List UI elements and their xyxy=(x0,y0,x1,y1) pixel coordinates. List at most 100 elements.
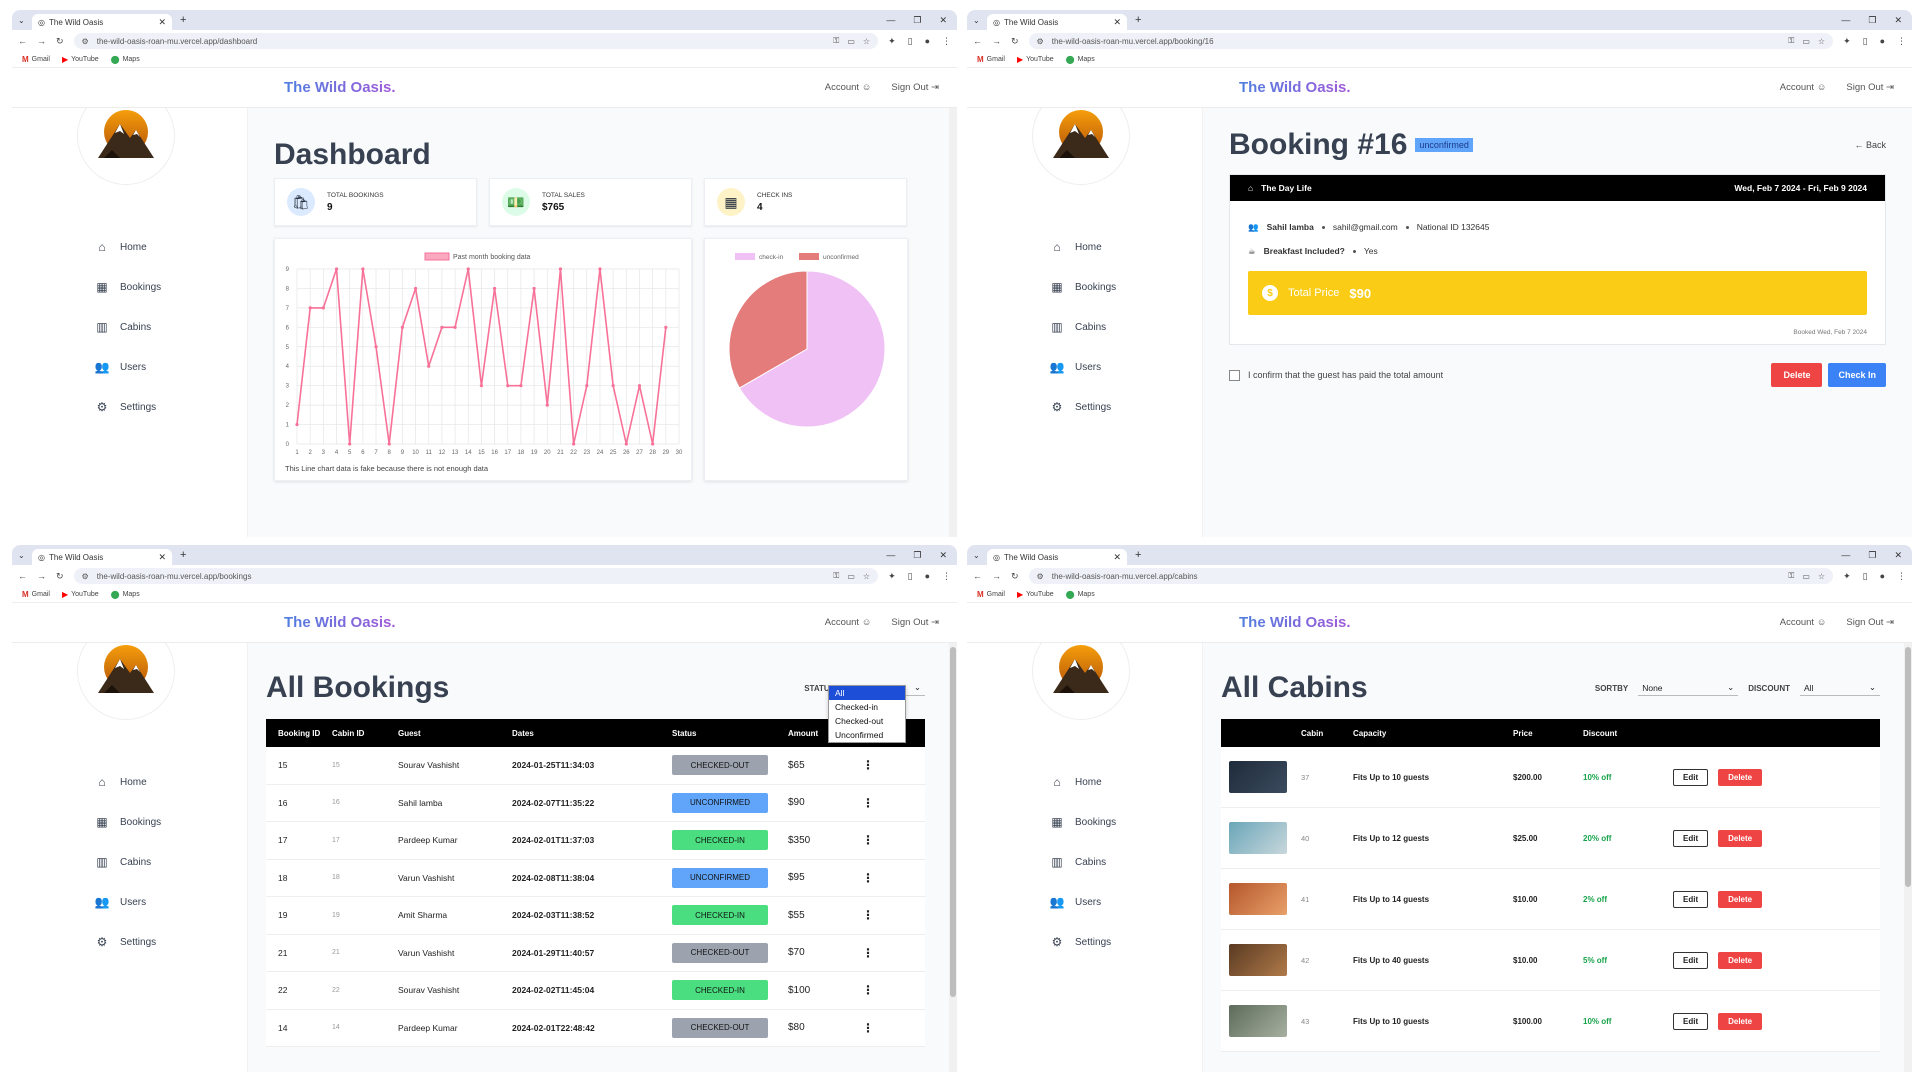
sidebar-item-bookings[interactable]: ▦ Bookings xyxy=(94,278,161,296)
sidebar-item-bookings[interactable]: ▦ Bookings xyxy=(1049,813,1116,831)
close-window-icon[interactable]: ✕ xyxy=(939,550,947,561)
brand-name[interactable]: The Wild Oasis. xyxy=(284,79,396,96)
site-info-icon[interactable]: ⚙ xyxy=(1037,572,1044,581)
status-option[interactable]: Unconfirmed xyxy=(829,728,905,742)
key-icon[interactable]: ⚿ xyxy=(1788,571,1794,581)
delete-button[interactable]: Delete xyxy=(1771,363,1823,387)
forward-arrow-icon[interactable]: → xyxy=(37,571,46,581)
extensions-icon[interactable]: ✦ xyxy=(1843,36,1851,47)
sidebar-item-settings[interactable]: ⚙ Settings xyxy=(94,933,161,951)
more-options-icon[interactable]: ⋮ xyxy=(862,871,874,885)
sidebar-item-home[interactable]: ⌂ Home xyxy=(1049,238,1116,256)
more-options-icon[interactable]: ⋮ xyxy=(862,758,874,772)
account-link[interactable]: Account ☺ xyxy=(1780,617,1827,628)
delete-button[interactable]: Delete xyxy=(1718,890,1763,908)
sidepanel-icon[interactable]: ▯ xyxy=(1863,571,1868,582)
url-field[interactable]: ⚙ the-wild-oasis-roan-mu.vercel.app/cabin… xyxy=(1028,568,1834,584)
delete-button[interactable]: Delete xyxy=(1718,768,1763,786)
bookmark-youtube[interactable]: ▶ YouTube xyxy=(62,55,99,64)
back-arrow-icon[interactable]: ← xyxy=(18,36,27,46)
more-options-icon[interactable]: ⋮ xyxy=(862,833,874,847)
back-arrow-icon[interactable]: ← xyxy=(973,571,982,581)
sidebar-item-settings[interactable]: ⚙ Settings xyxy=(1049,933,1116,951)
sidebar-item-settings[interactable]: ⚙ Settings xyxy=(1049,398,1116,416)
sidebar-item-cabins[interactable]: ▥ Cabins xyxy=(94,318,161,336)
extensions-icon[interactable]: ✦ xyxy=(888,571,896,582)
minimize-icon[interactable]: — xyxy=(886,15,895,26)
back-arrow-icon[interactable]: ← xyxy=(18,571,27,581)
brand-name[interactable]: The Wild Oasis. xyxy=(1239,79,1351,96)
restore-icon[interactable]: ❐ xyxy=(1868,550,1876,561)
scrollbar[interactable] xyxy=(949,643,957,1072)
sidebar-item-cabins[interactable]: ▥ Cabins xyxy=(1049,318,1116,336)
star-icon[interactable]: ☆ xyxy=(1818,572,1825,581)
new-tab-icon[interactable]: + xyxy=(180,14,186,26)
key-icon[interactable]: ⚿ xyxy=(833,36,839,46)
key-icon[interactable]: ⚿ xyxy=(833,571,839,581)
table-row[interactable]: 17 17 Pardeep Kumar 2024-02-01T11:37:03 CHEC… xyxy=(266,822,925,860)
menu-icon[interactable]: ⋮ xyxy=(1897,571,1906,582)
new-tab-icon[interactable]: + xyxy=(1135,549,1141,561)
sidebar-item-bookings[interactable]: ▦ Bookings xyxy=(1049,278,1116,296)
more-options-icon[interactable]: ⋮ xyxy=(862,908,874,922)
profile-icon[interactable]: ● xyxy=(1880,571,1885,582)
table-row[interactable]: 22 22 Sourav Vashisht 2024-02-02T11:45:04 CH… xyxy=(266,972,925,1010)
sign-out-link[interactable]: Sign Out ⇥ xyxy=(1846,617,1894,628)
status-option[interactable]: All xyxy=(829,686,905,700)
scrollbar[interactable] xyxy=(949,108,957,537)
sidebar-item-bookings[interactable]: ▦ Bookings xyxy=(94,813,161,831)
browser-tab[interactable]: ◎ The Wild Oasis ✕ xyxy=(32,549,172,565)
restore-icon[interactable]: ❐ xyxy=(1868,15,1876,26)
browser-tab[interactable]: ◎ The Wild Oasis ✕ xyxy=(987,549,1127,565)
account-link[interactable]: Account ☺ xyxy=(1780,82,1827,93)
bookmark-youtube[interactable]: ▶ YouTube xyxy=(62,590,99,599)
site-info-icon[interactable]: ⚙ xyxy=(82,572,89,581)
reload-icon[interactable]: ↻ xyxy=(56,571,64,582)
url-field[interactable]: ⚙ the-wild-oasis-roan-mu.vercel.app/booki… xyxy=(1028,33,1834,49)
table-row[interactable]: 42 Fits Up to 40 guests $10.00 5% off Edit De… xyxy=(1221,930,1880,991)
table-row[interactable]: 43 Fits Up to 10 guests $100.00 10% off Edit… xyxy=(1221,991,1880,1052)
back-arrow-icon[interactable]: ← xyxy=(973,36,982,46)
sidebar-item-cabins[interactable]: ▥ Cabins xyxy=(94,853,161,871)
sign-out-link[interactable]: Sign Out ⇥ xyxy=(891,82,939,93)
tab-list-icon[interactable]: ⌄ xyxy=(18,551,32,560)
star-icon[interactable]: ☆ xyxy=(863,37,870,46)
minimize-icon[interactable]: — xyxy=(886,550,895,561)
table-row[interactable]: 15 15 Sourav Vashisht 2024-01-25T11:34:03 CH… xyxy=(266,747,925,785)
edit-button[interactable]: Edit xyxy=(1673,1012,1709,1030)
browser-tab[interactable]: ◎ The Wild Oasis ✕ xyxy=(987,14,1127,30)
restore-icon[interactable]: ❐ xyxy=(913,550,921,561)
close-window-icon[interactable]: ✕ xyxy=(939,15,947,26)
tab-list-icon[interactable]: ⌄ xyxy=(18,16,32,25)
account-link[interactable]: Account ☺ xyxy=(825,82,872,93)
forward-arrow-icon[interactable]: → xyxy=(992,571,1001,581)
sidebar-item-home[interactable]: ⌂ Home xyxy=(94,773,161,791)
delete-button[interactable]: Delete xyxy=(1718,951,1763,969)
sidebar-item-users[interactable]: 👥 Users xyxy=(1049,358,1116,376)
more-options-icon[interactable]: ⋮ xyxy=(862,946,874,960)
tab-list-icon[interactable]: ⌄ xyxy=(973,551,987,560)
bookmark-maps[interactable]: ⬤ Maps xyxy=(111,590,140,599)
back-button[interactable]: ← Back xyxy=(1854,140,1886,150)
scrollbar-thumb[interactable] xyxy=(1905,647,1911,887)
delete-button[interactable]: Delete xyxy=(1718,829,1763,847)
cast-icon[interactable]: ▭ xyxy=(1802,572,1810,581)
edit-button[interactable]: Edit xyxy=(1673,951,1709,969)
close-window-icon[interactable]: ✕ xyxy=(1894,15,1902,26)
sort-select[interactable]: None ⌄ xyxy=(1638,680,1739,696)
table-row[interactable]: 37 Fits Up to 10 guests $200.00 10% off Edit… xyxy=(1221,747,1880,808)
new-tab-icon[interactable]: + xyxy=(1135,14,1141,26)
new-tab-icon[interactable]: + xyxy=(180,549,186,561)
bookmark-maps[interactable]: ⬤ Maps xyxy=(111,55,140,64)
more-options-icon[interactable]: ⋮ xyxy=(862,1021,874,1035)
edit-button[interactable]: Edit xyxy=(1673,890,1709,908)
forward-arrow-icon[interactable]: → xyxy=(37,36,46,46)
table-row[interactable]: 16 16 Sahil lamba 2024-02-07T11:35:22 UNCONF… xyxy=(266,784,925,822)
table-row[interactable]: 40 Fits Up to 12 guests $25.00 20% off Edit D… xyxy=(1221,808,1880,869)
scrollbar[interactable] xyxy=(1904,643,1912,1072)
more-options-icon[interactable]: ⋮ xyxy=(862,983,874,997)
restore-icon[interactable]: ❐ xyxy=(913,15,921,26)
close-window-icon[interactable]: ✕ xyxy=(1894,550,1902,561)
delete-button[interactable]: Delete xyxy=(1718,1012,1763,1030)
table-row[interactable]: 21 21 Varun Vashisht 2024-01-29T11:40:57 CHE… xyxy=(266,934,925,972)
